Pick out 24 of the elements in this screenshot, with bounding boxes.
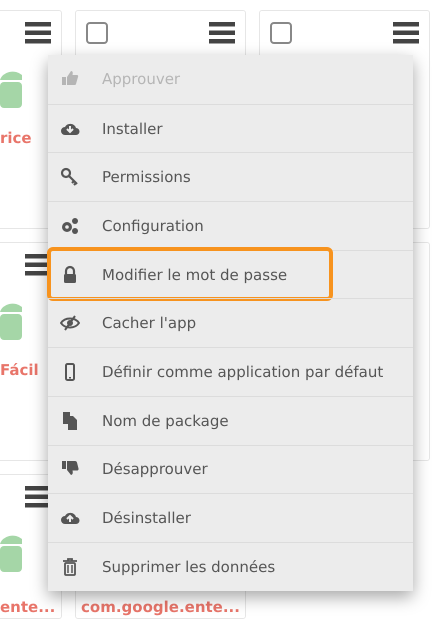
menu-icon[interactable] bbox=[209, 22, 235, 44]
menu-item[interactable]: Définir comme application par défaut bbox=[48, 347, 413, 396]
trash-icon bbox=[60, 556, 80, 577]
menu-item[interactable]: Nom de package bbox=[48, 396, 413, 444]
menu-item[interactable]: Cacher l'app bbox=[48, 298, 413, 348]
menu-item[interactable]: Désapprouver bbox=[48, 444, 413, 494]
eye-slash-icon bbox=[60, 313, 80, 334]
app-name: rice bbox=[0, 129, 32, 147]
menu-icon[interactable] bbox=[393, 22, 419, 44]
files-icon bbox=[60, 410, 80, 431]
menu-item[interactable]: Permissions bbox=[48, 152, 413, 202]
checkbox[interactable] bbox=[270, 22, 292, 44]
menu-item[interactable]: Supprimer les données bbox=[48, 542, 413, 591]
menu-item[interactable]: Configuration bbox=[48, 201, 413, 250]
app-name: Fácil bbox=[0, 361, 39, 379]
menu-item[interactable]: Installer bbox=[48, 104, 413, 152]
key-icon bbox=[60, 167, 80, 188]
gears-icon bbox=[60, 216, 80, 236]
menu-item[interactable]: Modifier le mot de passe bbox=[48, 250, 413, 298]
checkbox[interactable] bbox=[86, 22, 108, 44]
menu-item[interactable]: Désinstaller bbox=[48, 493, 413, 542]
app-name: ente... bbox=[0, 598, 56, 616]
app-name: com.google.ente... bbox=[81, 598, 240, 616]
menu-icon[interactable] bbox=[25, 22, 51, 44]
